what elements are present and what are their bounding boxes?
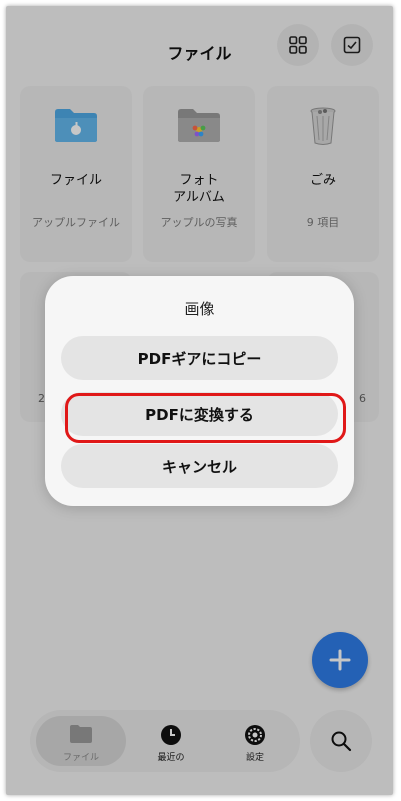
dialog-title: 画像 — [184, 300, 215, 318]
copy-to-pdfgear-button[interactable]: PDFギアにコピー — [61, 336, 338, 380]
app-screen: ファイル ファイル アップルファイル フォト アルバム アップルの写真 ごみ 9… — [6, 6, 393, 795]
highlight-outline — [65, 393, 346, 443]
cancel-button[interactable]: キャンセル — [61, 444, 338, 488]
action-dialog: 画像 PDFギアにコピー PDFに変換する キャンセル — [45, 276, 354, 506]
